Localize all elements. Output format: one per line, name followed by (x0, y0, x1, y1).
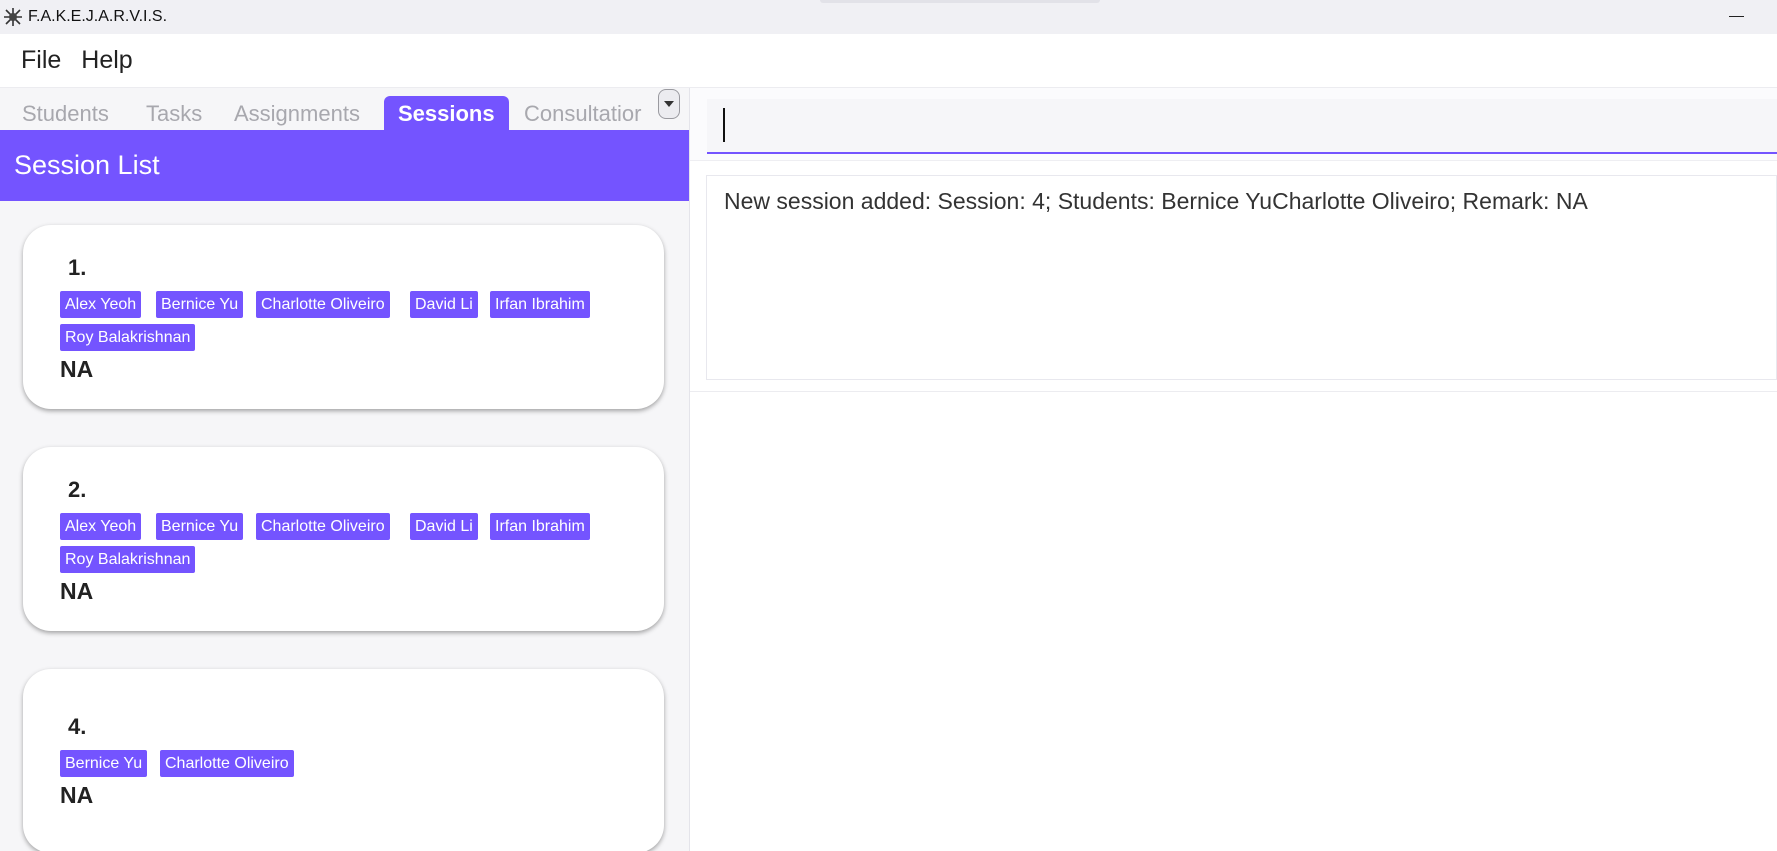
student-tag: Irfan Ibrahim (490, 513, 590, 540)
menu-help[interactable]: Help (71, 46, 142, 75)
session-card[interactable]: 4. Bernice Yu Charlotte Oliveiro NA (23, 669, 664, 851)
student-tag: Bernice Yu (156, 513, 244, 540)
title-bar: F.A.K.E.J.A.R.V.I.S. (0, 0, 1777, 34)
text-caret (723, 108, 725, 142)
tab-students[interactable]: Students (8, 96, 123, 131)
menu-bar: File Help (0, 34, 1777, 88)
window-title: F.A.K.E.J.A.R.V.I.S. (28, 8, 168, 25)
session-list-panel: Students Tasks Assignments Sessions Cons… (0, 88, 689, 851)
session-index: 2. (68, 477, 87, 502)
student-tag: Charlotte Oliveiro (160, 750, 294, 777)
tab-overflow-dropdown[interactable] (658, 89, 680, 119)
student-tag: Charlotte Oliveiro (256, 513, 390, 540)
student-tag: David Li (410, 513, 478, 540)
session-remark: NA (60, 782, 94, 808)
tab-consultations[interactable]: Consultatior (510, 96, 650, 131)
menu-file[interactable]: File (11, 46, 71, 75)
result-message: New session added: Session: 4; Students:… (724, 188, 1588, 214)
window-top-sheen (820, 0, 1100, 3)
student-tag: Bernice Yu (156, 291, 244, 318)
result-separator (690, 391, 1777, 392)
tab-tasks[interactable]: Tasks (132, 96, 216, 131)
command-panel: New session added: Session: 4; Students:… (690, 88, 1777, 851)
student-tag: Charlotte Oliveiro (256, 291, 390, 318)
minimize-button[interactable] (1725, 8, 1749, 26)
session-index: 1. (68, 255, 87, 280)
session-list-title: Session List (0, 130, 689, 201)
session-remark: NA (60, 356, 94, 382)
tab-assignments[interactable]: Assignments (220, 96, 374, 131)
spider-icon (2, 6, 24, 28)
session-card[interactable]: 1. Alex Yeoh Bernice Yu Charlotte Olivei… (23, 225, 664, 409)
student-tag: David Li (410, 291, 478, 318)
student-tag: Bernice Yu (60, 750, 148, 777)
tab-sessions[interactable]: Sessions (384, 96, 509, 131)
command-input[interactable] (707, 99, 1777, 154)
session-remark: NA (60, 578, 94, 604)
student-tag: Irfan Ibrahim (490, 291, 590, 318)
student-tag: Alex Yeoh (60, 291, 142, 318)
result-display: New session added: Session: 4; Students:… (706, 175, 1777, 380)
session-card[interactable]: 2. Alex Yeoh Bernice Yu Charlotte Olivei… (23, 447, 664, 631)
command-box (690, 88, 1777, 161)
tab-bar: Students Tasks Assignments Sessions Cons… (0, 88, 689, 131)
student-tag: Roy Balakrishnan (60, 324, 196, 351)
student-tag: Roy Balakrishnan (60, 546, 196, 573)
session-index: 4. (68, 714, 87, 739)
student-tag: Alex Yeoh (60, 513, 142, 540)
